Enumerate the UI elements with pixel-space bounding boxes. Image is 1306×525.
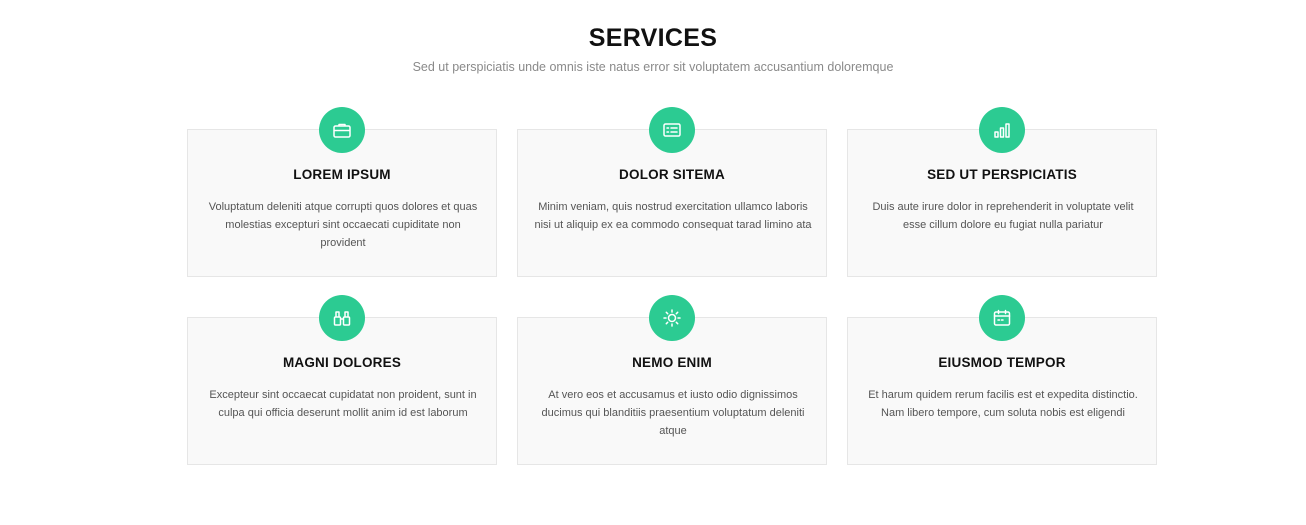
card-text: Duis aute irure dolor in reprehenderit i… bbox=[872, 201, 1134, 231]
briefcase-icon bbox=[319, 107, 365, 153]
card-title: MAGNI DOLORES bbox=[282, 355, 402, 370]
service-card-dolor-sitema: DOLOR SITEMA Minim veniam, quis nostrud … bbox=[517, 107, 827, 277]
card-text: At vero eos et accusamus et iusto odio d… bbox=[541, 389, 805, 437]
card-title: EIUSMOD TEMPOR bbox=[938, 355, 1066, 370]
service-card-magni-dolores: MAGNI DOLORES Excepteur sint occaecat cu… bbox=[187, 295, 497, 465]
section-title: SERVICES bbox=[588, 24, 718, 52]
service-card-sed-ut-perspiciatis: SED UT PERSPICIATIS Duis aute irure dolo… bbox=[847, 107, 1157, 277]
service-card-eiusmod-tempor: EIUSMOD TEMPOR Et harum quidem rerum fac… bbox=[847, 295, 1157, 465]
service-card-nemo-enim: NEMO ENIM At vero eos et accusamus et iu… bbox=[517, 295, 827, 465]
card-checklist-icon bbox=[649, 107, 695, 153]
card-title: SED UT PERSPICIATIS bbox=[927, 167, 1077, 182]
calendar-icon bbox=[979, 295, 1025, 341]
card-text: Et harum quidem rerum facilis est et exp… bbox=[868, 389, 1138, 419]
card-title: NEMO ENIM bbox=[632, 355, 712, 370]
card-text: Voluptatum deleniti atque corrupti quos … bbox=[208, 201, 478, 249]
brightness-icon bbox=[649, 295, 695, 341]
card-text: Excepteur sint occaecat cupidatat non pr… bbox=[209, 389, 477, 419]
service-card-lorem-ipsum: LOREM IPSUM Voluptatum deleniti atque co… bbox=[187, 107, 497, 277]
section-subtitle: Sed ut perspiciatis unde omnis iste natu… bbox=[412, 60, 894, 74]
card-text: Minim veniam, quis nostrud exercitation … bbox=[534, 201, 812, 231]
bar-chart-icon bbox=[979, 107, 1025, 153]
card-title: LOREM IPSUM bbox=[293, 167, 391, 182]
card-title: DOLOR SITEMA bbox=[619, 167, 725, 182]
binoculars-icon bbox=[319, 295, 365, 341]
